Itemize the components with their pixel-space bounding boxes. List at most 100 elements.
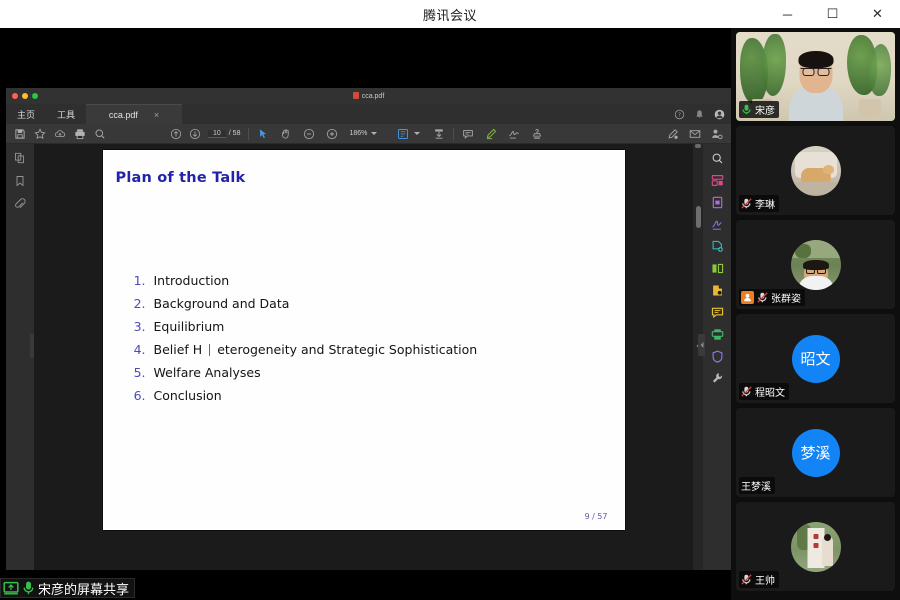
search-icon[interactable] xyxy=(94,128,106,140)
menu-tab-tools[interactable]: 工具 xyxy=(46,104,86,124)
pdf-file-icon xyxy=(353,92,359,99)
split-pdf-icon[interactable] xyxy=(711,262,724,275)
close-button[interactable]: ✕ xyxy=(855,0,900,28)
list-item: 1.Introduction xyxy=(133,275,478,288)
list-item-number: 6. xyxy=(133,390,146,403)
list-item: 5.Welfare Analyses xyxy=(133,367,478,380)
help-icon[interactable]: ? xyxy=(674,109,685,120)
participant-name: 程昭文 xyxy=(755,384,785,399)
user-settings-icon[interactable] xyxy=(711,128,723,140)
slide-page[interactable]: Plan of the Talk 1.Introduction 2.Backgr… xyxy=(103,150,625,530)
sign-pdf-icon[interactable] xyxy=(711,218,724,231)
cloud-upload-icon[interactable] xyxy=(54,128,66,140)
print-icon[interactable] xyxy=(74,128,86,140)
account-avatar-icon[interactable] xyxy=(714,109,725,120)
page-up-icon[interactable] xyxy=(170,128,182,140)
comment-icon[interactable] xyxy=(462,128,474,140)
signature-icon[interactable] xyxy=(508,128,520,140)
pdf-content-row: Plan of the Talk 1.Introduction 2.Backgr… xyxy=(6,144,731,570)
participant-name: 王帅 xyxy=(755,572,775,587)
bell-icon[interactable] xyxy=(694,109,705,120)
share-link-icon[interactable] xyxy=(667,128,679,140)
right-rail-collapse-handle[interactable] xyxy=(698,334,705,356)
settings-tool-icon[interactable] xyxy=(711,372,724,385)
attachments-icon[interactable] xyxy=(14,198,26,210)
pdf-reader-window[interactable]: cca.pdf 主页 工具 cca.pdf × ? xyxy=(6,88,731,570)
menu-tab-home[interactable]: 主页 xyxy=(6,104,46,124)
stamp-icon[interactable] xyxy=(531,128,543,140)
participant-tile-wangshuai[interactable]: 王帅 xyxy=(736,502,895,591)
scrollbar-thumb[interactable] xyxy=(696,206,701,228)
pdf-vertical-scrollbar[interactable] xyxy=(693,144,703,570)
mail-icon[interactable] xyxy=(689,128,701,140)
participant-name: 宋彦 xyxy=(755,102,775,117)
list-item: 4.Belief Heterogeneity and Strategic Sop… xyxy=(133,344,478,357)
comment-tool-icon[interactable] xyxy=(711,306,724,319)
page-down-icon[interactable] xyxy=(189,128,201,140)
avatar xyxy=(791,522,841,572)
svg-text:?: ? xyxy=(678,112,681,118)
pdf-page-canvas[interactable]: Plan of the Talk 1.Introduction 2.Backgr… xyxy=(34,144,693,570)
document-tab-close-icon[interactable]: × xyxy=(154,110,159,120)
mic-off-icon xyxy=(757,292,768,303)
list-item: 3.Equilibrium xyxy=(133,321,478,334)
page-thumbnails-icon[interactable] xyxy=(14,152,26,164)
pdf-tab-strip: 主页 工具 cca.pdf × ? xyxy=(6,104,731,124)
annotation-group xyxy=(454,128,551,140)
print-tool-icon[interactable] xyxy=(711,328,724,341)
slide-outline-list: 1.Introduction 2.Background and Data 3.E… xyxy=(133,275,478,413)
share-banner-label: 宋彦的屏幕共享 xyxy=(38,579,129,598)
screen-top-shade xyxy=(0,28,731,88)
participant-badge: 李琳 xyxy=(739,195,779,212)
text-cursor xyxy=(209,344,210,356)
list-item-text: Belief H xyxy=(154,344,203,357)
participant-roster[interactable]: 宋彦 李琳 xyxy=(731,28,900,600)
participant-tile-lilin[interactable]: 李琳 xyxy=(736,126,895,215)
mic-off-icon xyxy=(741,198,752,209)
list-item-text: Equilibrium xyxy=(154,321,225,334)
current-page-input[interactable]: 10 xyxy=(208,130,226,138)
list-item-number: 1. xyxy=(133,275,146,288)
pdf-main-toolbar: 10 / 58 186% xyxy=(6,124,731,144)
scrollbar-top-marker xyxy=(695,144,701,148)
chevron-left-small-icon xyxy=(699,341,705,349)
protect-icon[interactable] xyxy=(711,350,724,363)
chevron-down-icon[interactable] xyxy=(371,132,377,135)
search-tool-icon[interactable] xyxy=(711,152,724,165)
organize-pages-icon[interactable] xyxy=(711,174,724,187)
pdf-window-filename: cca.pdf xyxy=(6,92,731,100)
participant-name: 李琳 xyxy=(755,196,775,211)
minimize-button[interactable]: ─ xyxy=(765,0,810,28)
participant-tile-chengzhaowen[interactable]: 昭文 程昭文 xyxy=(736,314,895,403)
select-tool-icon[interactable] xyxy=(257,128,269,140)
avatar xyxy=(791,146,841,196)
list-item-text: Welfare Analyses xyxy=(154,367,261,380)
zoom-in-icon[interactable] xyxy=(326,128,338,140)
slide-page-number: 9 / 57 xyxy=(584,512,607,521)
fit-width-icon[interactable] xyxy=(433,128,445,140)
ocr-icon[interactable] xyxy=(711,240,724,253)
participant-badge: 程昭文 xyxy=(739,383,789,400)
convert-pdf-icon[interactable] xyxy=(711,284,724,297)
participant-tile-wangmengxi[interactable]: 梦溪 王梦溪 xyxy=(736,408,895,497)
zoom-level-control[interactable]: 186% xyxy=(349,130,377,137)
page-fit-icon[interactable] xyxy=(397,128,409,140)
star-icon[interactable] xyxy=(34,128,46,140)
save-icon[interactable] xyxy=(14,128,26,140)
participant-tile-songyan[interactable]: 宋彦 xyxy=(736,32,895,121)
bookmarks-icon[interactable] xyxy=(14,175,26,187)
page-indicator[interactable]: 10 / 58 xyxy=(208,130,240,138)
document-tab-cca-pdf[interactable]: cca.pdf × xyxy=(86,104,182,124)
list-item-number: 2. xyxy=(133,298,146,311)
page-fit-chevron-icon[interactable] xyxy=(414,132,420,135)
maximize-button[interactable]: ☐ xyxy=(810,0,855,28)
screen-share-banner: 宋彦的屏幕共享 xyxy=(0,578,135,598)
page-nav-group: 10 / 58 xyxy=(162,128,248,140)
highlight-icon[interactable] xyxy=(485,128,497,140)
compress-pdf-icon[interactable] xyxy=(711,196,724,209)
participant-tile-zhangqunzi[interactable]: 张群姿 xyxy=(736,220,895,309)
hand-tool-icon[interactable] xyxy=(280,128,292,140)
shared-screen-area[interactable]: cca.pdf 主页 工具 cca.pdf × ? xyxy=(0,28,731,600)
mic-off-icon xyxy=(741,574,752,585)
zoom-out-icon[interactable] xyxy=(303,128,315,140)
